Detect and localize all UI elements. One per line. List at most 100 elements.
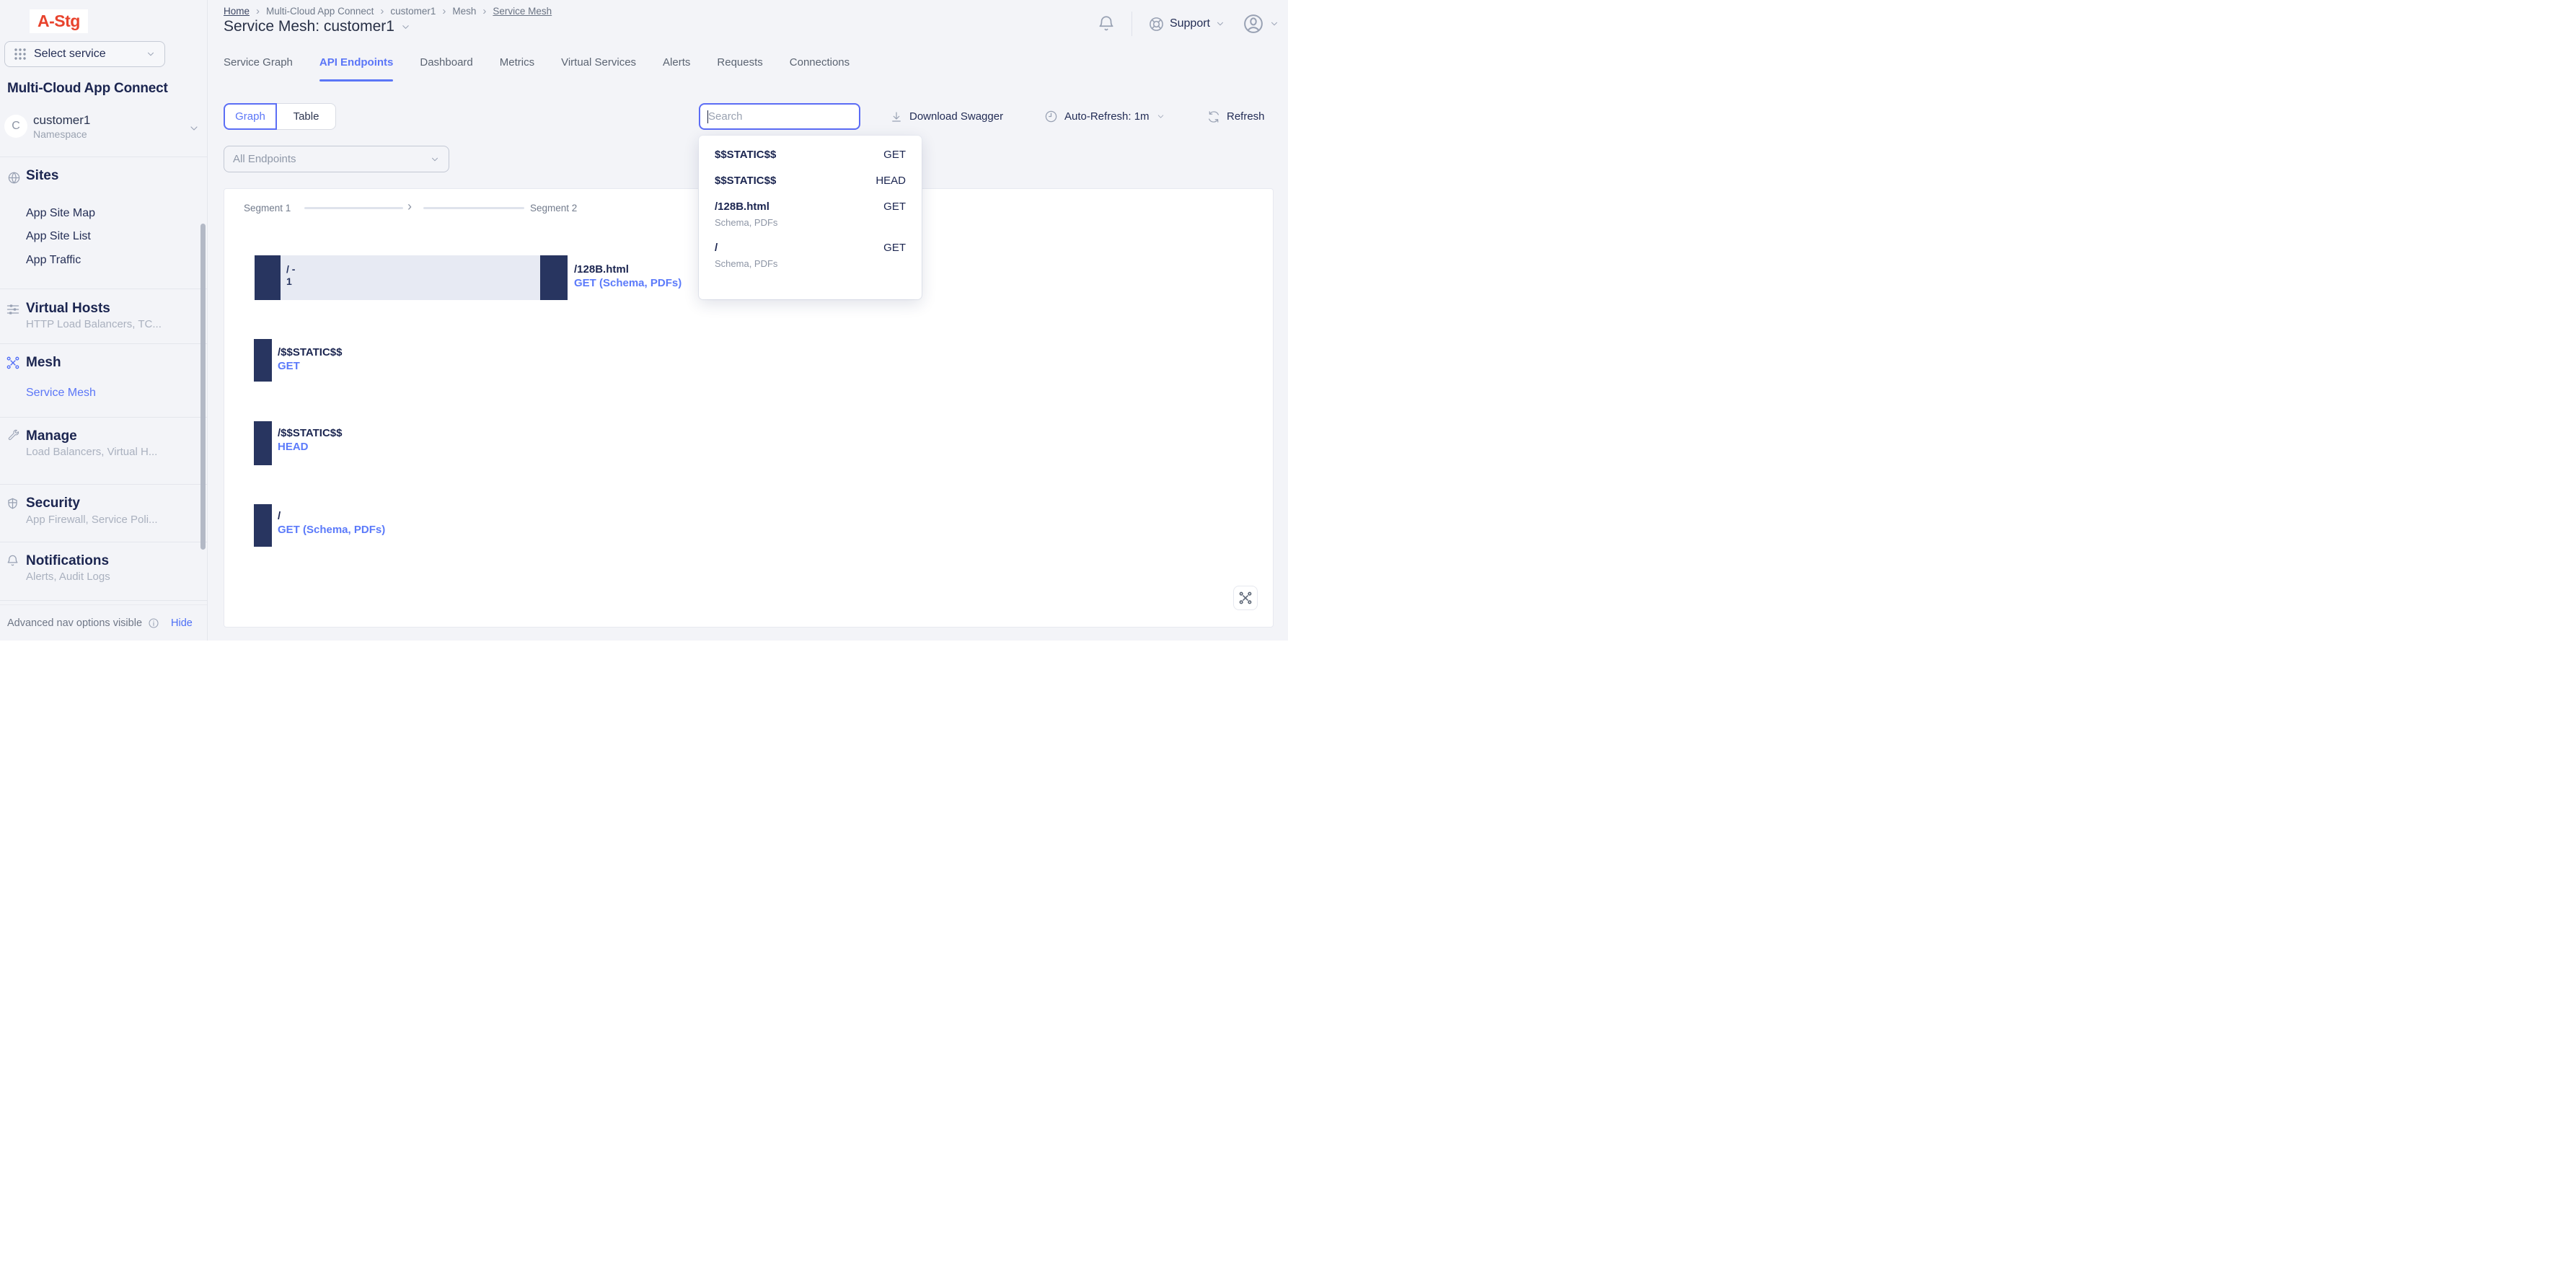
- result-method: GET: [883, 149, 906, 161]
- hide-advanced-nav-link[interactable]: Hide: [171, 617, 193, 629]
- search-result-item[interactable]: $$STATIC$$ GET: [699, 144, 922, 165]
- download-swagger-button[interactable]: Download Swagger: [890, 103, 1003, 130]
- sidebar-section-sites[interactable]: Sites: [26, 168, 58, 184]
- endpoint-filter-value: All Endpoints: [233, 153, 296, 165]
- segment-2-label: Segment 2: [530, 203, 578, 214]
- sidebar-section-virtual-hosts[interactable]: Virtual Hosts: [26, 301, 110, 317]
- sidebar-section-mesh[interactable]: Mesh: [26, 355, 61, 371]
- auto-refresh-dropdown[interactable]: Auto-Refresh: 1m: [1044, 103, 1165, 130]
- logo-text: A-Stg: [38, 12, 80, 30]
- fit-graph-button[interactable]: [1233, 586, 1258, 610]
- sidebar-section-notifications-subtitle: Alerts, Audit Logs: [26, 571, 110, 583]
- sidebar-section-security[interactable]: Security: [26, 496, 80, 511]
- tab-alerts[interactable]: Alerts: [663, 56, 690, 82]
- breadcrumb: Home › Multi-Cloud App Connect › custome…: [224, 5, 552, 17]
- endpoint-path: /128B.html: [574, 263, 629, 276]
- divider: [0, 417, 207, 418]
- refresh-button[interactable]: Refresh: [1207, 103, 1265, 130]
- result-path: /128B.html: [715, 201, 769, 213]
- tab-virtual-services[interactable]: Virtual Services: [561, 56, 636, 82]
- result-method: GET: [883, 201, 906, 213]
- namespace-selector[interactable]: C customer1 Namespace: [0, 108, 207, 157]
- graph-edge[interactable]: [281, 255, 540, 300]
- endpoint-path: /$$STATIC$$: [278, 346, 343, 358]
- info-icon: [149, 617, 159, 628]
- clock-icon: [1045, 110, 1057, 123]
- select-service-label: Select service: [34, 48, 106, 60]
- graph-node[interactable]: [255, 255, 281, 300]
- result-subtitle: Schema, PDFs: [715, 258, 778, 269]
- chevron-down-icon[interactable]: [400, 22, 411, 32]
- namespace-name: customer1: [33, 113, 91, 127]
- tab-dashboard[interactable]: Dashboard: [420, 56, 472, 82]
- breadcrumb-service-mesh[interactable]: Service Mesh: [493, 6, 552, 17]
- endpoint-method-link[interactable]: GET (Schema, PDFs): [574, 276, 682, 290]
- breadcrumb-mesh[interactable]: Mesh: [452, 6, 476, 17]
- account-menu[interactable]: [1243, 13, 1279, 35]
- endpoint-method-link[interactable]: GET: [278, 359, 342, 373]
- chevron-down-icon: [190, 126, 198, 131]
- sidebar-item-app-site-list[interactable]: App Site List: [26, 230, 91, 243]
- table-view-button[interactable]: Table: [277, 103, 336, 130]
- breadcrumb-home[interactable]: Home: [224, 6, 250, 17]
- sidebar-section-manage[interactable]: Manage: [26, 428, 77, 444]
- endpoint-filter-select[interactable]: All Endpoints: [224, 146, 449, 172]
- graph-view-button[interactable]: Graph: [224, 103, 277, 130]
- sidebar-item-service-mesh[interactable]: Service Mesh: [26, 387, 96, 400]
- select-service-dropdown[interactable]: Select service: [4, 41, 165, 67]
- sidebar-scrollbar[interactable]: [200, 224, 206, 550]
- chevron-down-icon: [148, 52, 154, 56]
- divider: [0, 343, 207, 344]
- breadcrumb-separator: ›: [256, 5, 260, 17]
- bell-icon: [6, 554, 19, 568]
- download-swagger-label: Download Swagger: [909, 110, 1004, 123]
- endpoint-method-link[interactable]: HEAD: [278, 440, 342, 454]
- tab-requests[interactable]: Requests: [717, 56, 762, 82]
- refresh-label: Refresh: [1227, 110, 1265, 123]
- sidebar-section-notifications[interactable]: Notifications: [26, 553, 109, 569]
- logo[interactable]: A-Stg: [30, 9, 88, 33]
- endpoint-method-link[interactable]: GET (Schema, PDFs): [278, 523, 385, 537]
- graph-node[interactable]: [540, 255, 568, 300]
- graph-node[interactable]: [254, 421, 272, 465]
- sidebar: A-Stg Select service Multi-Cloud App Con…: [0, 0, 208, 640]
- breadcrumb-customer1[interactable]: customer1: [390, 6, 436, 17]
- sidebar-item-app-site-map[interactable]: App Site Map: [26, 207, 95, 220]
- page-title-row: Service Mesh: customer1: [224, 18, 411, 35]
- breadcrumb-separator: ›: [482, 5, 487, 17]
- view-toggle: Graph Table: [224, 103, 336, 130]
- shield-icon: [6, 497, 19, 511]
- sidebar-footer: Advanced nav options visible Hide: [0, 604, 207, 640]
- sliders-icon: [6, 302, 20, 317]
- graph-node[interactable]: [254, 339, 272, 382]
- segment-1-label: Segment 1: [244, 203, 291, 214]
- search-result-item[interactable]: $$STATIC$$ HEAD: [699, 170, 922, 191]
- support-label: Support: [1169, 17, 1210, 30]
- chevron-down-icon: [432, 157, 438, 161]
- search-input[interactable]: Search: [699, 103, 860, 130]
- life-ring-icon: [1150, 17, 1163, 31]
- tab-service-graph[interactable]: Service Graph: [224, 56, 293, 82]
- tab-api-endpoints[interactable]: API Endpoints: [319, 56, 393, 82]
- endpoint-label: /$$STATIC$$ HEAD: [278, 426, 342, 454]
- segment-connector-line: [304, 207, 403, 209]
- fit-graph-icon: [1239, 591, 1252, 604]
- endpoint-path: /: [278, 510, 281, 522]
- support-menu[interactable]: Support: [1148, 16, 1225, 32]
- auto-refresh-label: Auto-Refresh: 1m: [1064, 110, 1150, 123]
- breadcrumb-separator: ›: [380, 5, 384, 17]
- tab-connections[interactable]: Connections: [790, 56, 850, 82]
- tab-metrics[interactable]: Metrics: [500, 56, 534, 82]
- search-result-item[interactable]: /128B.html GET Schema, PDFs: [699, 196, 922, 232]
- grid-icon: [14, 48, 26, 60]
- divider: [0, 600, 207, 601]
- refresh-icon: [1209, 110, 1219, 123]
- segment-connector-line: [423, 207, 524, 209]
- notifications-bell-icon[interactable]: [1097, 14, 1116, 33]
- sidebar-item-app-traffic[interactable]: App Traffic: [26, 254, 81, 267]
- graph-node[interactable]: [254, 504, 272, 547]
- main-area: Home › Multi-Cloud App Connect › custome…: [208, 0, 1288, 640]
- user-avatar-icon: [1244, 14, 1263, 33]
- breadcrumb-multi-cloud-app-connect[interactable]: Multi-Cloud App Connect: [266, 6, 374, 17]
- search-result-item[interactable]: / GET Schema, PDFs: [699, 237, 922, 273]
